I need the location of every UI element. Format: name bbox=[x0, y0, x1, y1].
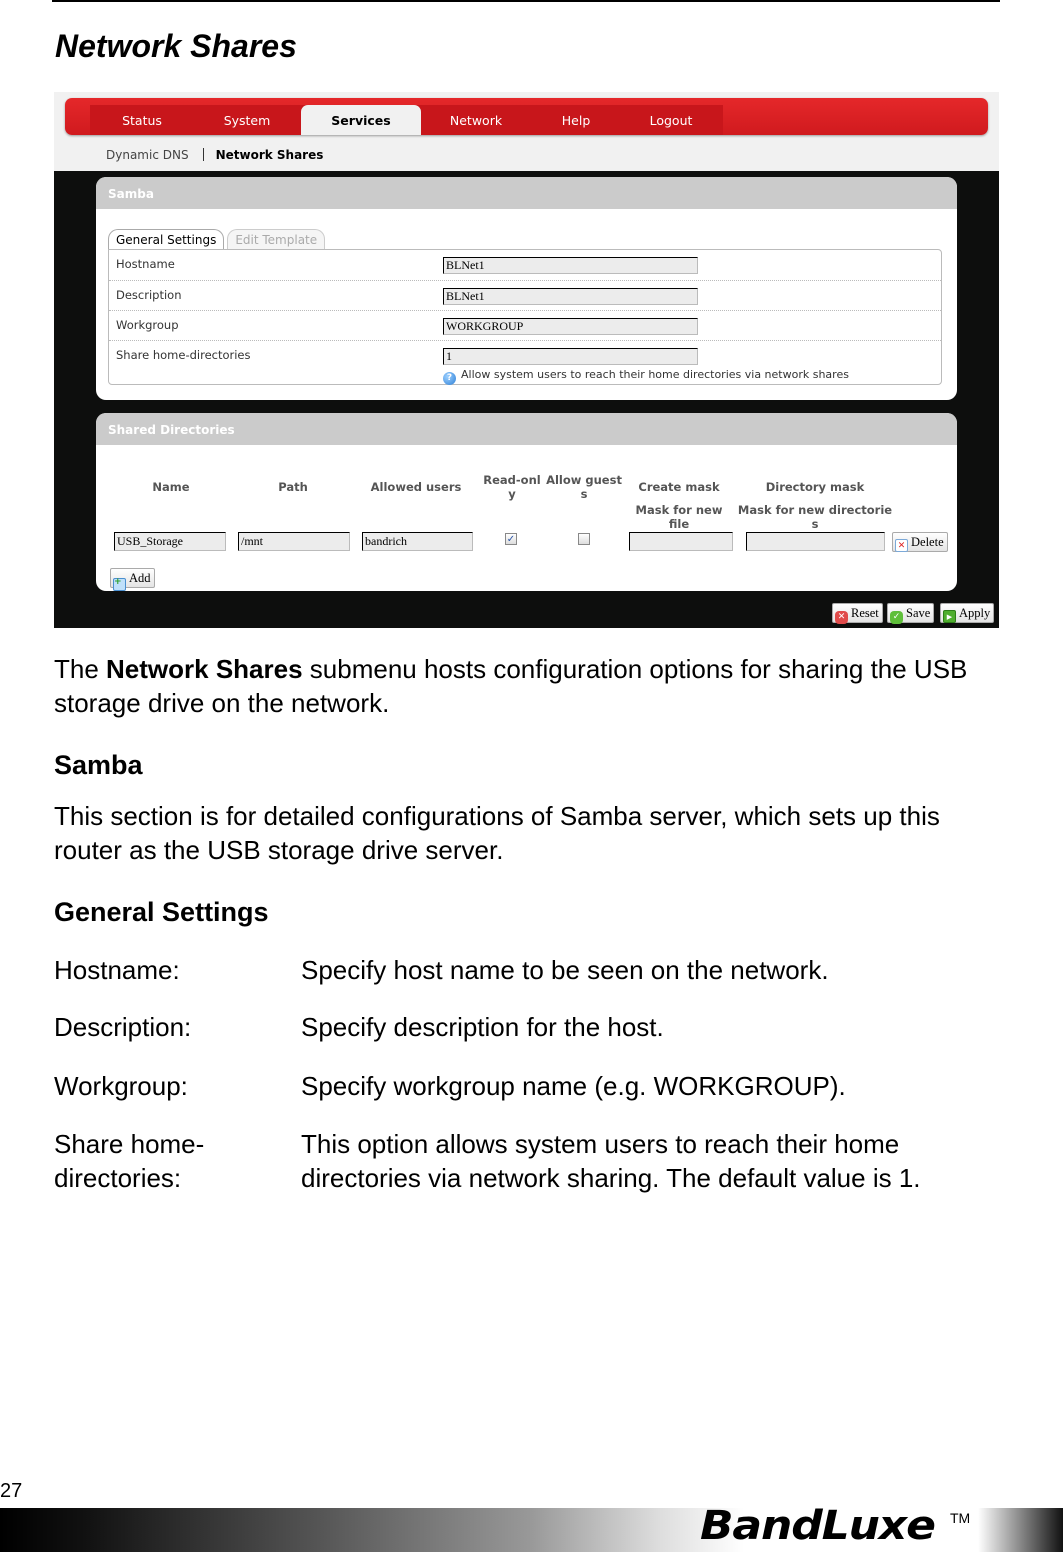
description-row: Description BLNet1 bbox=[109, 281, 941, 311]
description-input[interactable]: BLNet1 bbox=[443, 288, 698, 305]
submenu-separator bbox=[202, 148, 204, 161]
workgroup-input[interactable]: WORKGROUP bbox=[443, 318, 698, 335]
trademark-mark: TM bbox=[950, 1510, 971, 1526]
share-path-input[interactable]: /mnt bbox=[238, 532, 350, 551]
page-title: Network Shares bbox=[55, 28, 297, 64]
apply-button[interactable]: ▶ Apply bbox=[940, 603, 995, 623]
share-home-row: Share home-directories 1 ? Allow system u… bbox=[109, 341, 941, 385]
top-rule bbox=[52, 0, 1000, 2]
share-home-hint: ? Allow system users to reach their home … bbox=[443, 368, 849, 385]
submenu-network-shares[interactable]: Network Shares bbox=[216, 148, 324, 162]
samba-panel: Samba General Settings Edit Template Host… bbox=[96, 177, 957, 400]
add-icon: + bbox=[113, 578, 126, 591]
menu-help[interactable]: Help bbox=[531, 105, 621, 135]
menu-logout[interactable]: Logout bbox=[626, 105, 716, 135]
col-allowed-users: Allowed users bbox=[370, 480, 462, 494]
term-description: Description: bbox=[54, 1012, 192, 1042]
col-allow-guests: Allow guest s bbox=[546, 473, 622, 501]
term-share-home: Share home-directories: bbox=[54, 1129, 205, 1193]
workgroup-label: Workgroup bbox=[116, 318, 179, 332]
general-settings-form: Hostname BLNet1 Description BLNet1 Workg… bbox=[108, 249, 942, 385]
save-button[interactable]: ✓ Save bbox=[887, 603, 935, 624]
directory-mask-input[interactable] bbox=[746, 532, 885, 551]
reset-icon: ✕ bbox=[835, 611, 848, 624]
submenu: Dynamic DNS Network Shares bbox=[106, 148, 323, 162]
hostname-row: Hostname BLNet1 bbox=[109, 250, 941, 281]
share-home-label: Share home-directories bbox=[116, 348, 251, 362]
col-directory-mask: Directory mask Mask for new directorie s bbox=[737, 480, 893, 531]
hostname-label: Hostname bbox=[116, 257, 175, 271]
share-allowed-users-input[interactable]: bandrich bbox=[362, 532, 473, 551]
apply-icon: ▶ bbox=[943, 610, 956, 623]
col-name: Name bbox=[152, 480, 190, 494]
allow-guests-checkbox[interactable] bbox=[578, 533, 590, 545]
create-mask-input[interactable] bbox=[629, 532, 733, 551]
reset-button[interactable]: ✕ Reset bbox=[832, 603, 883, 624]
desc-hostname: Specify host name to be seen on the netw… bbox=[301, 955, 829, 985]
shared-directories-panel: Shared Directories Name Path Allowed use… bbox=[96, 413, 957, 591]
header-area: Status System Services Network Help Logo… bbox=[54, 92, 999, 171]
col-read-only: Read-onl y bbox=[483, 473, 541, 501]
save-icon: ✓ bbox=[890, 611, 903, 624]
samba-heading: Samba bbox=[54, 750, 143, 780]
router-screenshot: Status System Services Network Help Logo… bbox=[54, 92, 999, 628]
samba-tabs: General Settings Edit Template bbox=[108, 229, 328, 249]
menu-status[interactable]: Status bbox=[97, 105, 187, 135]
submenu-dynamic-dns[interactable]: Dynamic DNS bbox=[106, 148, 189, 162]
term-workgroup: Workgroup: bbox=[54, 1071, 188, 1101]
delete-button[interactable]: ✕ Delete bbox=[892, 532, 948, 552]
menu-services[interactable]: Services bbox=[301, 105, 421, 135]
main-menu: Status System Services Network Help Logo… bbox=[65, 98, 988, 135]
description-label: Description bbox=[116, 288, 182, 302]
menu-network[interactable]: Network bbox=[431, 105, 521, 135]
tab-general-settings[interactable]: General Settings bbox=[108, 229, 225, 249]
hostname-input[interactable]: BLNet1 bbox=[443, 257, 698, 274]
desc-description: Specify description for the host. bbox=[301, 1012, 664, 1042]
tab-edit-template[interactable]: Edit Template bbox=[227, 229, 326, 249]
read-only-checkbox[interactable]: ✓ bbox=[505, 533, 517, 545]
term-hostname: Hostname: bbox=[54, 955, 180, 985]
shared-directories-title: Shared Directories bbox=[96, 413, 957, 445]
delete-icon: ✕ bbox=[895, 539, 908, 552]
add-button[interactable]: + Add bbox=[110, 568, 155, 591]
help-icon: ? bbox=[443, 372, 456, 385]
desc-workgroup: Specify workgroup name (e.g. WORKGROUP). bbox=[301, 1071, 846, 1101]
col-path: Path bbox=[278, 480, 308, 494]
samba-paragraph: This section is for detailed configurati… bbox=[54, 801, 940, 865]
desc-share-home: This option allows system users to reach… bbox=[301, 1129, 921, 1193]
intro-paragraph: The Network Shares submenu hosts configu… bbox=[54, 654, 968, 718]
brand-logo: BandLuxe bbox=[700, 1503, 936, 1549]
general-settings-heading: General Settings bbox=[54, 897, 269, 927]
page-number: 27 bbox=[0, 1480, 23, 1502]
samba-panel-title: Samba bbox=[96, 177, 957, 209]
menu-system[interactable]: System bbox=[202, 105, 292, 135]
share-home-input[interactable]: 1 bbox=[443, 348, 698, 365]
share-name-input[interactable]: USB_Storage bbox=[114, 532, 226, 551]
workgroup-row: Workgroup WORKGROUP bbox=[109, 311, 941, 341]
